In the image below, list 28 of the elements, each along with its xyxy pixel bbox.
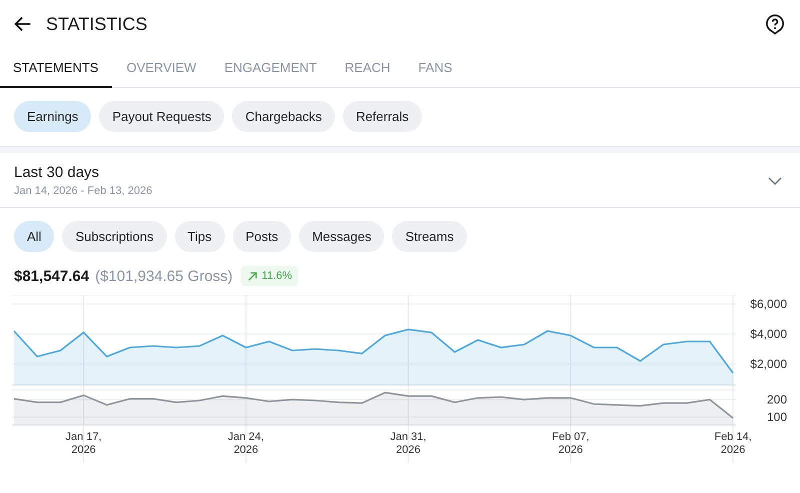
help-icon[interactable]	[764, 13, 786, 35]
axis-label: $4,000	[750, 327, 787, 341]
axis-label: 100	[766, 410, 787, 424]
axis-label: Jan 17, 2026	[66, 431, 102, 456]
page-title: STATISTICS	[46, 14, 148, 34]
axis-label: Jan 31, 2026	[390, 431, 426, 456]
filter-chip[interactable]: Chargebacks	[232, 101, 335, 132]
tab[interactable]: STATEMENTS	[0, 48, 112, 88]
change-badge: 11.6%	[240, 266, 298, 286]
gross-amount: ($101,934.65 Gross)	[95, 268, 233, 284]
filter-chip[interactable]: Streams	[392, 221, 467, 252]
filter-chip[interactable]: Subscriptions	[62, 221, 166, 252]
filter-chip[interactable]: Payout Requests	[99, 101, 224, 132]
filter-chip[interactable]: Earnings	[14, 101, 92, 132]
axis-label: 200	[766, 392, 787, 407]
date-range: Jan 14, 2026 - Feb 13, 2026	[14, 185, 154, 197]
filter-chip[interactable]: Messages	[299, 221, 384, 252]
filter-chip[interactable]: All	[14, 221, 54, 252]
filter-chip[interactable]: Tips	[174, 221, 225, 252]
filter-chip[interactable]: Referrals	[342, 101, 422, 132]
axis-label: Feb 07, 2026	[552, 431, 590, 456]
axis-label: Jan 24, 2026	[228, 431, 264, 456]
filter-chip[interactable]: Posts	[232, 221, 292, 252]
axis-label: $2,000	[750, 357, 787, 371]
axis-label: $6,000	[750, 297, 787, 311]
axis-label: Feb 14, 2026	[714, 431, 752, 456]
net-amount: $81,547.64	[14, 268, 90, 284]
period-label: Last 30 days	[14, 164, 100, 181]
